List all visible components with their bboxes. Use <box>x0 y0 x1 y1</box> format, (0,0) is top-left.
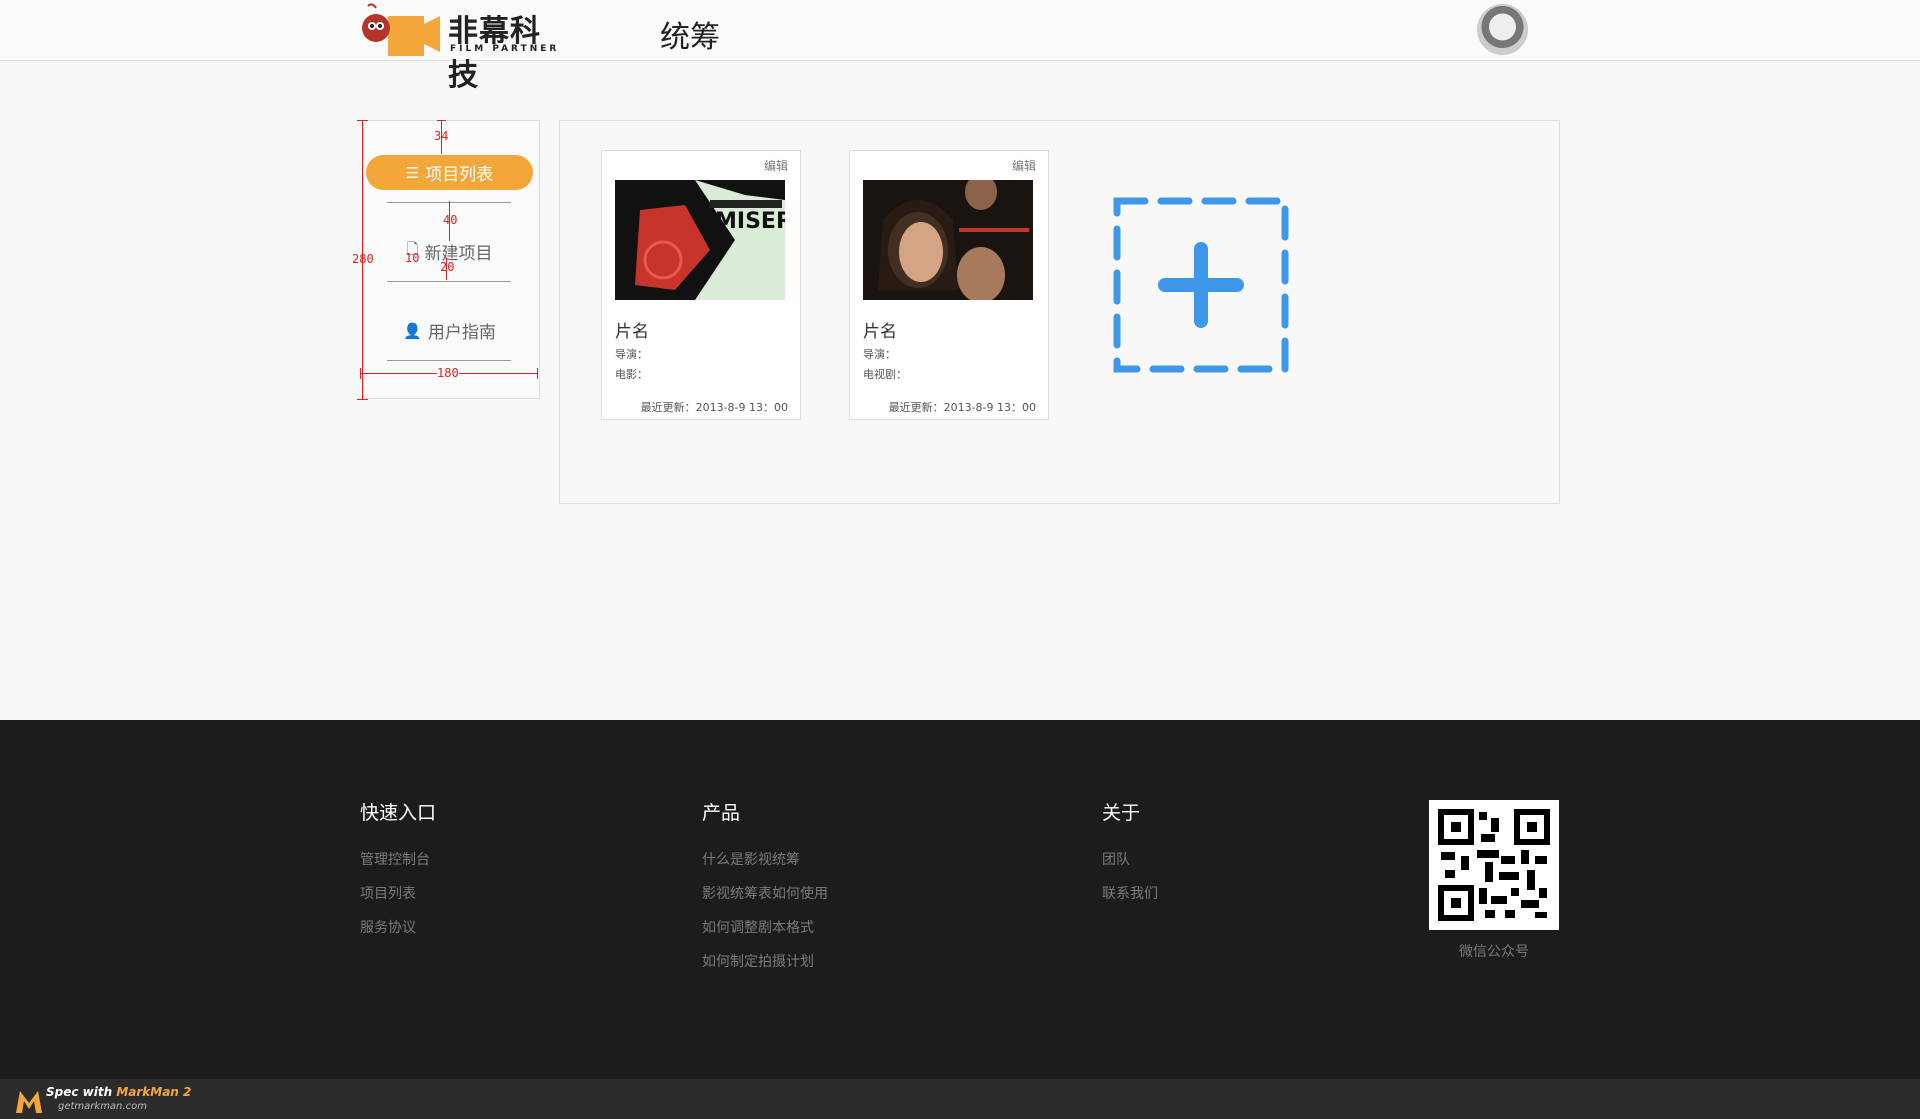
measure-label-top: 34 <box>434 129 449 143</box>
footer-link[interactable]: 什么是影视统筹 <box>702 843 828 877</box>
measure-line <box>437 120 446 121</box>
project-card[interactable]: 编辑 MISERY 片名 导演： 电影： 最近更新：2013-8-9 13：00 <box>601 150 801 420</box>
measure-label-icon-gap: 10 <box>405 251 420 265</box>
sidebar-divider <box>387 281 511 282</box>
project-type: 电视剧： <box>863 368 907 381</box>
film-camera-logo-icon <box>362 3 440 56</box>
edit-link[interactable]: 编辑 <box>764 157 788 174</box>
page-title: 统筹 <box>660 20 720 55</box>
footer-heading: 关于 <box>1102 802 1141 824</box>
sidebar-item-label: 项目列表 <box>425 165 494 185</box>
measure-line <box>537 368 538 379</box>
user-icon: 👤 <box>403 321 422 340</box>
markman-title: Spec with MarkMan 2 <box>46 1085 191 1099</box>
list-icon: ☰ <box>405 163 420 182</box>
footer-link[interactable]: 服务协议 <box>360 911 436 945</box>
markman-logo-icon <box>16 1091 42 1113</box>
project-updated: 最近更新：2013-8-9 13：00 <box>640 401 788 414</box>
sidebar-item-user-guide[interactable]: 👤 用户指南 <box>366 313 533 348</box>
markman-spec: Spec with <box>46 1085 117 1099</box>
poster-title: MISERY <box>715 209 785 234</box>
sidebar-divider <box>387 360 511 361</box>
markman-url: getmarkman.com <box>58 1101 147 1112</box>
measure-label-width: 180 <box>437 366 459 380</box>
measure-line <box>357 120 368 121</box>
add-project-button[interactable] <box>1113 197 1289 373</box>
footer: 快速入口 管理控制台 项目列表 服务协议 产品 什么是影视统筹 影视统筹表如何使… <box>0 720 1920 1079</box>
footer-product-links: 产品 什么是影视统筹 影视统筹表如何使用 如何调整剧本格式 如何制定拍摄计划 <box>702 798 828 979</box>
plus-icon <box>1113 197 1289 373</box>
project-card[interactable]: 编辑 片名 导演： 电视剧： 最近更新：2013-8-9 13：00 <box>849 150 1049 420</box>
footer-link[interactable]: 管理控制台 <box>360 843 436 877</box>
qr-caption: 微信公众号 <box>1459 944 1529 960</box>
project-name: 片名 <box>615 322 649 342</box>
markman-bar: Spec with MarkMan 2 getmarkman.com <box>0 1079 1920 1119</box>
edit-link[interactable]: 编辑 <box>1012 157 1036 174</box>
sidebar-item-label: 新建项目 <box>424 244 493 264</box>
wechat-qr-code <box>1429 800 1559 930</box>
measure-label-height: 280 <box>352 252 374 266</box>
measure-line <box>357 399 368 400</box>
measure-line <box>360 368 361 379</box>
footer-link[interactable]: 如何制定拍摄计划 <box>702 945 828 979</box>
sidebar-item-project-list[interactable]: ☰ 项目列表 <box>366 155 533 190</box>
project-director: 导演： <box>863 348 896 361</box>
user-avatar[interactable] <box>1477 4 1528 55</box>
top-header: 非幕科技 FILM PARTNER 统筹 <box>0 0 1920 93</box>
sidebar-item-label: 用户指南 <box>427 323 496 343</box>
measure-label-gap: 40 <box>443 213 458 227</box>
project-name: 片名 <box>863 322 897 342</box>
footer-link[interactable]: 如何调整剧本格式 <box>702 911 828 945</box>
footer-link[interactable]: 团队 <box>1102 843 1158 877</box>
footer-link[interactable]: 联系我们 <box>1102 877 1158 911</box>
footer-link[interactable]: 项目列表 <box>360 877 436 911</box>
brand-logo[interactable]: 非幕科技 FILM PARTNER <box>358 0 568 93</box>
footer-about-links: 关于 团队 联系我们 <box>1102 798 1158 911</box>
project-poster <box>863 180 1033 300</box>
project-updated: 最近更新：2013-8-9 13：00 <box>888 401 1036 414</box>
footer-heading: 快速入口 <box>360 802 437 824</box>
footer-link[interactable]: 影视统筹表如何使用 <box>702 877 828 911</box>
markman-brand: MarkMan 2 <box>116 1085 192 1099</box>
measure-label-bottom: 20 <box>440 260 455 274</box>
project-poster: MISERY <box>615 180 785 300</box>
logo-subtext: FILM PARTNER <box>450 44 560 54</box>
footer-heading: 产品 <box>702 802 741 824</box>
project-director: 导演： <box>615 348 648 361</box>
footer-quick-links: 快速入口 管理控制台 项目列表 服务协议 <box>360 798 436 945</box>
project-type: 电影： <box>615 368 648 381</box>
